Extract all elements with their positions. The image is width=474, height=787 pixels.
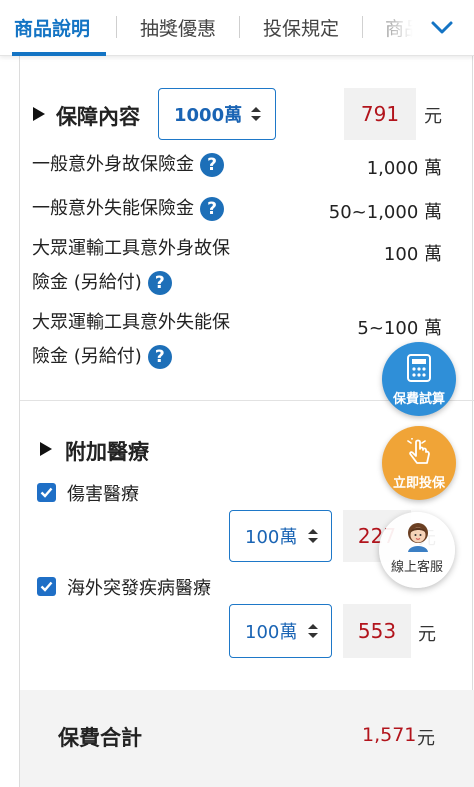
check-icon [40,581,53,592]
expand-triangle-icon [40,442,52,456]
question-icon[interactable]: ? [200,153,224,177]
tab-rules[interactable]: 投保規定 [263,14,339,41]
coverage-row-value: 100 萬 [383,244,442,265]
coverage-amount-select[interactable]: 1000萬 [158,88,276,140]
updown-arrows-icon [308,624,318,638]
calculator-icon [407,354,431,382]
question-icon[interactable]: ? [147,271,172,295]
coverage-row-label: 大眾運輸工具意外失能保 險金 (另給付)? [32,312,230,369]
premium-quote-button[interactable]: 保費試算 [382,342,456,416]
tab-product-description[interactable]: 商品說明 [14,14,90,41]
expand-triangle-icon [33,107,45,121]
tab-fade-overlay [360,0,430,55]
overseas-illness-label: 海外突發疾病醫療 [67,578,211,599]
overseas-illness-amount-select[interactable]: 100萬 [229,604,332,658]
card-right-border [472,56,473,787]
active-tab-indicator [12,52,106,56]
question-icon[interactable]: ? [200,197,224,221]
coverage-row-value: 1,000 萬 [366,158,442,179]
medical-heading: 附加醫療 [65,440,149,464]
coverage-premium: 791 [344,88,416,140]
coverage-row-value: 50~1,000 萬 [328,202,442,223]
updown-arrows-icon [251,107,261,121]
updown-arrows-icon [308,529,318,543]
check-icon [40,487,53,498]
coverage-row-label: 一般意外身故保險金? [32,148,224,182]
injury-medical-checkbox[interactable] [37,483,56,502]
total-unit: 元 [417,728,435,749]
premium-unit: 元 [418,624,436,645]
expand-tabs-button[interactable] [422,8,462,48]
coverage-row-value: 5~100 萬 [357,318,442,339]
injury-medical-amount-select[interactable]: 100萬 [229,510,332,562]
total-premium: 1,571 [362,724,417,746]
tab-separator [116,16,117,38]
coverage-heading: 保障內容 [56,105,140,129]
online-customer-service-button[interactable]: 線上客服 [379,512,455,588]
tap-hand-icon [407,438,430,464]
overseas-illness-checkbox[interactable] [37,577,56,596]
card-left-border [19,56,20,787]
injury-medical-label: 傷害醫療 [67,484,139,505]
tab-promotions[interactable]: 抽獎優惠 [140,14,216,41]
coverage-row-label: 一般意外失能保險金? [32,192,224,226]
apply-now-button[interactable]: 立即投保 [382,426,456,500]
total-label: 保費合計 [58,726,142,750]
coverage-row-label: 大眾運輸工具意外身故保 險金 (另給付)? [32,238,230,295]
question-icon[interactable]: ? [147,345,172,369]
tab-separator [239,16,240,38]
agent-avatar-icon [408,523,428,552]
overseas-illness-premium: 553 [343,604,411,658]
tab-bar: 商品說明 抽獎優惠 投保規定 商品 [0,0,474,56]
chevron-down-icon [431,21,453,34]
premium-unit: 元 [424,106,442,127]
